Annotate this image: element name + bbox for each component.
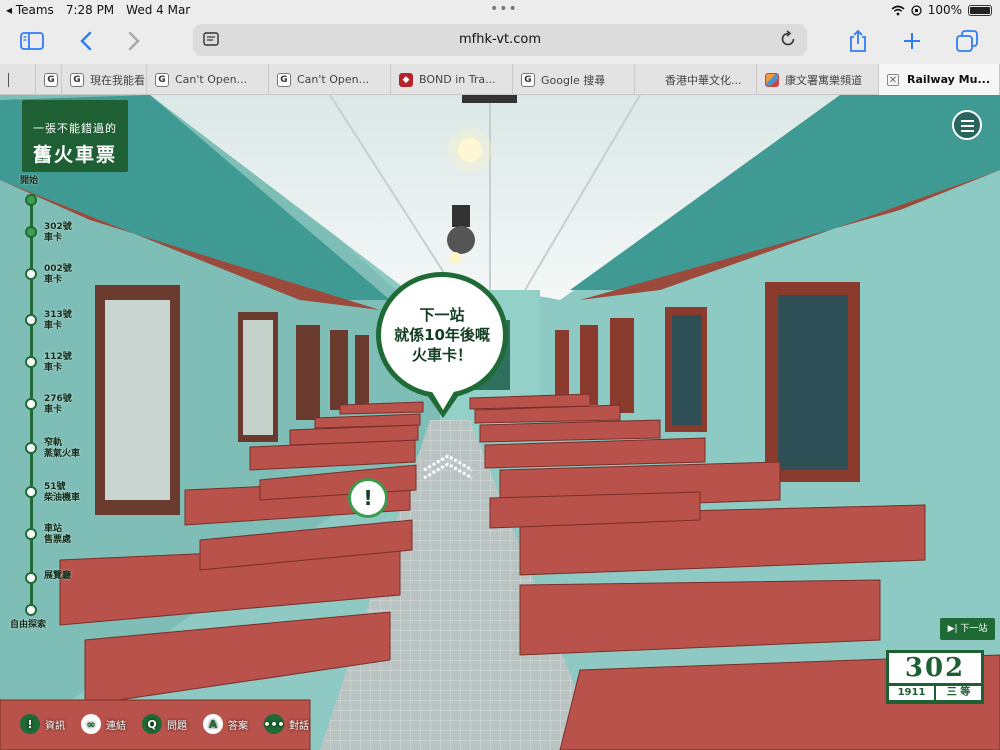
forward-button[interactable] (118, 26, 150, 56)
logo-line1: 一張不能錯過的 (33, 122, 117, 135)
menu-button[interactable] (952, 110, 982, 140)
tab-google-2[interactable]: G 現在我能看 (62, 64, 147, 95)
share-icon (850, 29, 866, 52)
orientation-lock-icon (911, 4, 922, 16)
link-button[interactable]: ∞ 連結 (81, 712, 126, 736)
bubble-tail-inner (431, 390, 455, 410)
timeline-stop-276[interactable]: 276號 車卡 (20, 394, 130, 428)
timeline-stop-start[interactable]: 開始 (20, 176, 130, 206)
google-favicon-icon: G (277, 72, 291, 87)
plus-icon (904, 33, 920, 49)
battery-percent: 100% (927, 3, 962, 17)
close-tab-icon[interactable]: ✕ (887, 73, 899, 86)
answer-button[interactable]: A 答案 (203, 712, 248, 736)
logo-line2: 舊火車票 (32, 144, 117, 166)
back-button[interactable] (70, 26, 102, 56)
browser-toolbar: mfhk-vt.com (0, 20, 1000, 64)
timeline-dot (25, 314, 37, 326)
panorama-viewer[interactable] (0, 95, 1000, 750)
ios-status-bar: ◂ Teams 7:28 PM Wed 4 Mar ••• 100% (0, 0, 1000, 20)
exclamation-icon: ! (20, 714, 40, 734)
hamburger-icon (961, 130, 974, 132)
timeline-dot (25, 398, 37, 410)
timeline-dot (25, 528, 37, 540)
google-favicon-icon: G (70, 72, 84, 87)
status-date: Wed 4 Mar (126, 3, 191, 17)
google-favicon-icon: G (521, 72, 535, 87)
timeline-stop-steam[interactable]: 窄軌 蒸氣火車 (20, 438, 130, 472)
link-icon: ∞ (81, 714, 101, 734)
timeline-dot (25, 604, 37, 616)
tab-google-1[interactable]: G (36, 64, 62, 95)
timeline-dot (25, 194, 37, 206)
tour-timeline: 開始 302號 車卡 002號 車卡 313號 車卡 112號 車卡 276號 … (10, 176, 110, 636)
carriage-ticket-badge: 302 1911 三 等 (886, 650, 984, 704)
timeline-dot (25, 572, 37, 584)
google-favicon-icon: G (155, 72, 169, 87)
chevron-left-icon (80, 31, 92, 51)
timeline-dot (25, 486, 37, 498)
timeline-stop-302[interactable]: 302號 車卡 (20, 222, 130, 256)
status-time: 7:28 PM (65, 3, 115, 17)
tab-google-search[interactable]: G Google 搜尋 (513, 64, 635, 95)
dialogue-button[interactable]: ••• 對話 (263, 712, 309, 736)
tab-bond[interactable]: ◆ BOND in Tra... (391, 64, 513, 95)
timeline-stop-313[interactable]: 313號 車卡 (20, 310, 130, 344)
wifi-icon (891, 5, 905, 15)
new-tab-button[interactable] (896, 26, 928, 56)
tab-blank[interactable] (0, 64, 36, 95)
hamburger-icon (961, 120, 974, 122)
chat-bubble-icon: ••• (263, 714, 285, 734)
timeline-stop-free-explore[interactable]: 自由探索 (10, 604, 130, 634)
tab-cant-open-1[interactable]: G Can't Open... (147, 64, 269, 95)
blank-favicon-icon (8, 72, 10, 87)
move-forward-arrow-icon[interactable] (420, 450, 476, 482)
timeline-stop-ticket-office[interactable]: 車站 售票處 (20, 524, 130, 558)
ticket-class: 三 等 (936, 686, 981, 700)
timeline-stop-exhibition[interactable]: 展覽廳 (20, 571, 130, 602)
tab-lcsd-channel[interactable]: 康文署寓樂頻道 (757, 64, 879, 95)
back-to-app-link[interactable]: ◂ Teams (6, 3, 54, 17)
lcsd-favicon-icon (765, 72, 779, 87)
timeline-dot (25, 268, 37, 280)
answer-icon: A (203, 714, 223, 734)
hamburger-icon (961, 125, 974, 127)
tab-bar: G G 現在我能看 G Can't Open... G Can't Open... ◆… (0, 64, 1000, 95)
info-button[interactable]: ! 資訊 (20, 712, 65, 736)
url-text: mfhk-vt.com (458, 32, 542, 47)
address-bar[interactable]: mfhk-vt.com (193, 24, 807, 56)
share-button[interactable] (842, 26, 874, 56)
ticket-number: 302 (889, 653, 981, 683)
info-hotspot[interactable]: ! (348, 478, 388, 518)
ticket-tour-logo[interactable]: 一張不能錯過的 舊火車票 (22, 100, 128, 172)
question-button[interactable]: Q 問題 (142, 712, 187, 736)
timeline-stop-112[interactable]: 112號 車卡 (20, 352, 130, 386)
battery-icon (968, 4, 992, 16)
google-favicon-icon: G (44, 72, 58, 87)
sidebar-icon (20, 32, 44, 50)
chevron-right-icon (128, 31, 140, 51)
next-stop-bubble[interactable]: 下一站 就係10年後嘅 火車卡！ (376, 272, 508, 398)
tab-railway-museum[interactable]: ✕ Railway Mu... (879, 64, 1000, 95)
sidebar-button[interactable] (16, 26, 48, 56)
tab-overview-button[interactable] (951, 26, 983, 56)
timeline-dot (25, 356, 37, 368)
tab-hk-chinese-culture[interactable]: 香港中華文化... (635, 64, 757, 95)
question-icon: Q (142, 714, 162, 734)
tabs-icon (956, 30, 978, 52)
shield-favicon-icon: ◆ (399, 72, 413, 87)
reload-icon[interactable] (779, 30, 797, 48)
multitasking-dots[interactable]: ••• (490, 1, 518, 17)
train-carriage-interior[interactable] (0, 95, 1000, 750)
next-stop-button[interactable]: ▶| 下一站 (940, 618, 995, 640)
timeline-dot (25, 442, 37, 454)
timeline-dot (25, 226, 37, 238)
ticket-year: 1911 (889, 686, 934, 700)
tab-cant-open-2[interactable]: G Can't Open... (269, 64, 391, 95)
bottom-toolbar: ! 資訊 ∞ 連結 Q 問題 A 答案 ••• 對話 (20, 712, 309, 736)
timeline-stop-diesel[interactable]: 51號 柴油機車 (20, 482, 130, 516)
timeline-stop-002[interactable]: 002號 車卡 (20, 264, 130, 298)
